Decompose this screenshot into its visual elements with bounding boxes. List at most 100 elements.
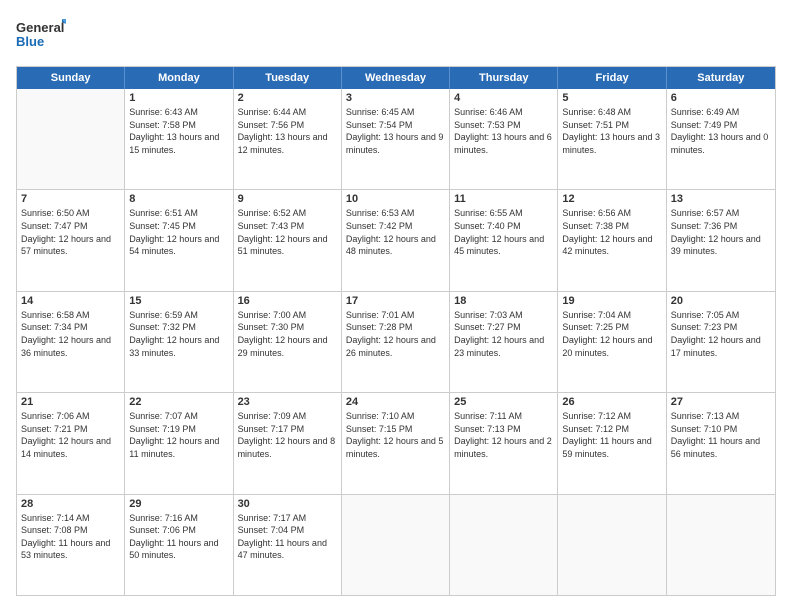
day-number: 22 xyxy=(129,396,228,408)
cell-info: Sunrise: 7:17 AMSunset: 7:04 PMDaylight:… xyxy=(238,512,337,562)
calendar-header: SundayMondayTuesdayWednesdayThursdayFrid… xyxy=(17,67,775,89)
header: General Blue xyxy=(16,16,776,56)
cell-info: Sunrise: 7:14 AMSunset: 7:08 PMDaylight:… xyxy=(21,512,120,562)
cell-info: Sunrise: 6:48 AMSunset: 7:51 PMDaylight:… xyxy=(562,106,661,156)
calendar-cell: 15 Sunrise: 6:59 AMSunset: 7:32 PMDaylig… xyxy=(125,292,233,392)
cell-info: Sunrise: 7:01 AMSunset: 7:28 PMDaylight:… xyxy=(346,309,445,359)
header-day-tuesday: Tuesday xyxy=(234,67,342,89)
cell-info: Sunrise: 7:03 AMSunset: 7:27 PMDaylight:… xyxy=(454,309,553,359)
day-number: 26 xyxy=(562,396,661,408)
calendar-cell: 22 Sunrise: 7:07 AMSunset: 7:19 PMDaylig… xyxy=(125,393,233,493)
calendar-cell: 20 Sunrise: 7:05 AMSunset: 7:23 PMDaylig… xyxy=(667,292,775,392)
calendar-week-2: 7 Sunrise: 6:50 AMSunset: 7:47 PMDayligh… xyxy=(17,189,775,290)
calendar-cell: 17 Sunrise: 7:01 AMSunset: 7:28 PMDaylig… xyxy=(342,292,450,392)
day-number: 24 xyxy=(346,396,445,408)
cell-info: Sunrise: 7:13 AMSunset: 7:10 PMDaylight:… xyxy=(671,410,771,460)
cell-info: Sunrise: 7:04 AMSunset: 7:25 PMDaylight:… xyxy=(562,309,661,359)
day-number: 18 xyxy=(454,295,553,307)
calendar-cell: 29 Sunrise: 7:16 AMSunset: 7:06 PMDaylig… xyxy=(125,495,233,595)
cell-info: Sunrise: 6:56 AMSunset: 7:38 PMDaylight:… xyxy=(562,207,661,257)
cell-info: Sunrise: 6:57 AMSunset: 7:36 PMDaylight:… xyxy=(671,207,771,257)
day-number: 15 xyxy=(129,295,228,307)
calendar-cell: 1 Sunrise: 6:43 AMSunset: 7:58 PMDayligh… xyxy=(125,89,233,189)
day-number: 16 xyxy=(238,295,337,307)
cell-info: Sunrise: 6:43 AMSunset: 7:58 PMDaylight:… xyxy=(129,106,228,156)
calendar-cell: 10 Sunrise: 6:53 AMSunset: 7:42 PMDaylig… xyxy=(342,190,450,290)
calendar-cell: 9 Sunrise: 6:52 AMSunset: 7:43 PMDayligh… xyxy=(234,190,342,290)
day-number: 30 xyxy=(238,498,337,510)
header-day-monday: Monday xyxy=(125,67,233,89)
calendar-week-1: 1 Sunrise: 6:43 AMSunset: 7:58 PMDayligh… xyxy=(17,89,775,189)
day-number: 11 xyxy=(454,193,553,205)
day-number: 12 xyxy=(562,193,661,205)
day-number: 27 xyxy=(671,396,771,408)
calendar-cell: 14 Sunrise: 6:58 AMSunset: 7:34 PMDaylig… xyxy=(17,292,125,392)
day-number: 7 xyxy=(21,193,120,205)
logo-svg: General Blue xyxy=(16,16,66,56)
svg-text:General: General xyxy=(16,20,64,35)
day-number: 4 xyxy=(454,92,553,104)
cell-info: Sunrise: 6:53 AMSunset: 7:42 PMDaylight:… xyxy=(346,207,445,257)
calendar-cell: 30 Sunrise: 7:17 AMSunset: 7:04 PMDaylig… xyxy=(234,495,342,595)
cell-info: Sunrise: 6:45 AMSunset: 7:54 PMDaylight:… xyxy=(346,106,445,156)
calendar-cell: 5 Sunrise: 6:48 AMSunset: 7:51 PMDayligh… xyxy=(558,89,666,189)
calendar-cell: 2 Sunrise: 6:44 AMSunset: 7:56 PMDayligh… xyxy=(234,89,342,189)
day-number: 14 xyxy=(21,295,120,307)
cell-info: Sunrise: 7:16 AMSunset: 7:06 PMDaylight:… xyxy=(129,512,228,562)
cell-info: Sunrise: 6:55 AMSunset: 7:40 PMDaylight:… xyxy=(454,207,553,257)
cell-info: Sunrise: 6:59 AMSunset: 7:32 PMDaylight:… xyxy=(129,309,228,359)
day-number: 5 xyxy=(562,92,661,104)
calendar-cell: 11 Sunrise: 6:55 AMSunset: 7:40 PMDaylig… xyxy=(450,190,558,290)
calendar-cell: 26 Sunrise: 7:12 AMSunset: 7:12 PMDaylig… xyxy=(558,393,666,493)
calendar-cell xyxy=(667,495,775,595)
calendar-cell: 3 Sunrise: 6:45 AMSunset: 7:54 PMDayligh… xyxy=(342,89,450,189)
calendar-cell: 18 Sunrise: 7:03 AMSunset: 7:27 PMDaylig… xyxy=(450,292,558,392)
day-number: 21 xyxy=(21,396,120,408)
cell-info: Sunrise: 6:51 AMSunset: 7:45 PMDaylight:… xyxy=(129,207,228,257)
cell-info: Sunrise: 6:46 AMSunset: 7:53 PMDaylight:… xyxy=(454,106,553,156)
calendar-cell: 16 Sunrise: 7:00 AMSunset: 7:30 PMDaylig… xyxy=(234,292,342,392)
day-number: 9 xyxy=(238,193,337,205)
header-day-friday: Friday xyxy=(558,67,666,89)
day-number: 29 xyxy=(129,498,228,510)
day-number: 6 xyxy=(671,92,771,104)
calendar-body: 1 Sunrise: 6:43 AMSunset: 7:58 PMDayligh… xyxy=(17,89,775,595)
logo: General Blue xyxy=(16,16,66,56)
calendar-cell: 27 Sunrise: 7:13 AMSunset: 7:10 PMDaylig… xyxy=(667,393,775,493)
calendar-week-5: 28 Sunrise: 7:14 AMSunset: 7:08 PMDaylig… xyxy=(17,494,775,595)
header-day-sunday: Sunday xyxy=(17,67,125,89)
day-number: 28 xyxy=(21,498,120,510)
day-number: 1 xyxy=(129,92,228,104)
cell-info: Sunrise: 6:44 AMSunset: 7:56 PMDaylight:… xyxy=(238,106,337,156)
calendar-cell: 7 Sunrise: 6:50 AMSunset: 7:47 PMDayligh… xyxy=(17,190,125,290)
cell-info: Sunrise: 7:10 AMSunset: 7:15 PMDaylight:… xyxy=(346,410,445,460)
cell-info: Sunrise: 6:58 AMSunset: 7:34 PMDaylight:… xyxy=(21,309,120,359)
calendar-cell: 12 Sunrise: 6:56 AMSunset: 7:38 PMDaylig… xyxy=(558,190,666,290)
calendar-cell: 13 Sunrise: 6:57 AMSunset: 7:36 PMDaylig… xyxy=(667,190,775,290)
day-number: 8 xyxy=(129,193,228,205)
calendar-cell xyxy=(558,495,666,595)
day-number: 2 xyxy=(238,92,337,104)
calendar-cell: 23 Sunrise: 7:09 AMSunset: 7:17 PMDaylig… xyxy=(234,393,342,493)
cell-info: Sunrise: 6:50 AMSunset: 7:47 PMDaylight:… xyxy=(21,207,120,257)
calendar-cell: 25 Sunrise: 7:11 AMSunset: 7:13 PMDaylig… xyxy=(450,393,558,493)
header-day-wednesday: Wednesday xyxy=(342,67,450,89)
calendar-cell: 28 Sunrise: 7:14 AMSunset: 7:08 PMDaylig… xyxy=(17,495,125,595)
calendar-cell: 8 Sunrise: 6:51 AMSunset: 7:45 PMDayligh… xyxy=(125,190,233,290)
cell-info: Sunrise: 7:07 AMSunset: 7:19 PMDaylight:… xyxy=(129,410,228,460)
day-number: 25 xyxy=(454,396,553,408)
calendar-week-3: 14 Sunrise: 6:58 AMSunset: 7:34 PMDaylig… xyxy=(17,291,775,392)
day-number: 3 xyxy=(346,92,445,104)
cell-info: Sunrise: 7:09 AMSunset: 7:17 PMDaylight:… xyxy=(238,410,337,460)
day-number: 13 xyxy=(671,193,771,205)
day-number: 20 xyxy=(671,295,771,307)
calendar-cell: 19 Sunrise: 7:04 AMSunset: 7:25 PMDaylig… xyxy=(558,292,666,392)
header-day-saturday: Saturday xyxy=(667,67,775,89)
day-number: 19 xyxy=(562,295,661,307)
day-number: 17 xyxy=(346,295,445,307)
day-number: 23 xyxy=(238,396,337,408)
calendar-cell xyxy=(342,495,450,595)
page: General Blue SundayMondayTuesdayWednesda… xyxy=(0,0,792,612)
calendar-cell: 6 Sunrise: 6:49 AMSunset: 7:49 PMDayligh… xyxy=(667,89,775,189)
cell-info: Sunrise: 6:52 AMSunset: 7:43 PMDaylight:… xyxy=(238,207,337,257)
